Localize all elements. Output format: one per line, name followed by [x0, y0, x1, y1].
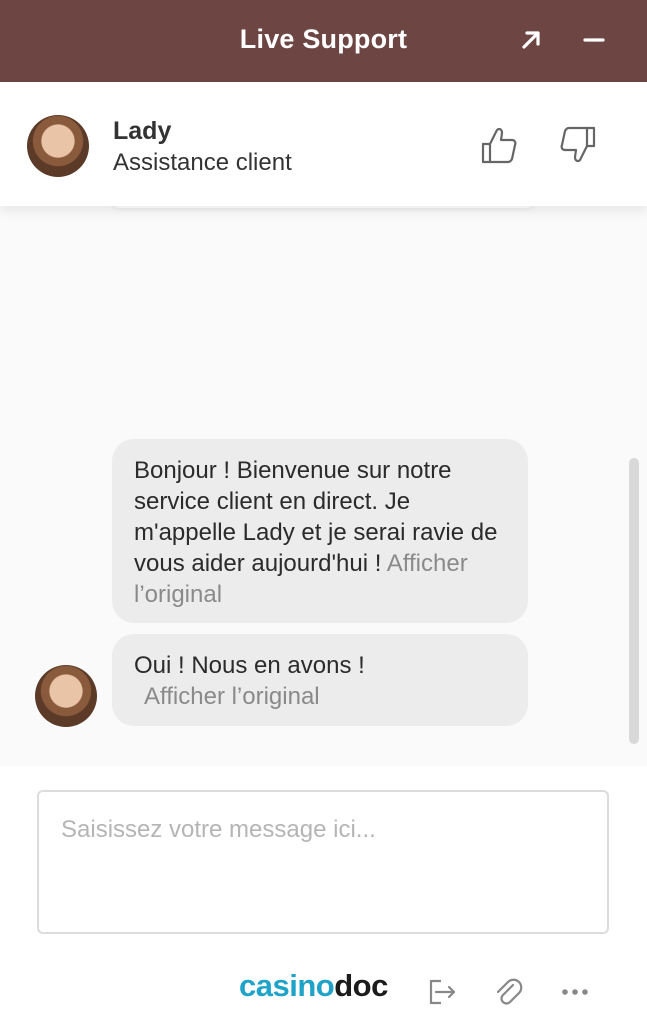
agent-avatar — [27, 115, 89, 177]
message-input[interactable] — [39, 792, 607, 932]
thumbs-up-icon — [481, 127, 517, 164]
arrow-up-right-icon — [522, 31, 540, 49]
casinodoc-logo: casinodoc — [239, 968, 388, 1003]
end-chat-button[interactable] — [426, 976, 458, 1008]
thumbs-down-icon — [560, 126, 596, 163]
minimize-icon — [583, 38, 605, 42]
chat-transcript: Bonjour ! Bienvenue sur notre service cl… — [0, 206, 647, 766]
minimize-button[interactable] — [576, 22, 612, 58]
agent-role: Assistance client — [113, 149, 292, 176]
previous-message — [110, 206, 536, 208]
paperclip-icon — [496, 978, 523, 1005]
expand-button[interactable] — [513, 22, 549, 58]
agent-avatar — [35, 665, 97, 727]
thumbs-up-button[interactable] — [479, 124, 519, 166]
window-title: Live Support — [239, 24, 408, 54]
agent-name: Lady — [113, 117, 172, 145]
footer-toolbar: casinodoc — [0, 950, 647, 1024]
agent-message: Bonjour ! Bienvenue sur notre service cl… — [112, 439, 528, 623]
agent-header: Lady Assistance client — [0, 82, 647, 206]
message-text: Oui ! Nous en avons ! — [134, 652, 365, 679]
more-dots-icon — [562, 989, 588, 995]
show-original-link[interactable]: Afficher l’original — [144, 683, 320, 710]
exit-chat-icon — [429, 979, 456, 1005]
message-composer — [37, 790, 609, 934]
thumbs-down-button[interactable] — [558, 124, 598, 166]
title-bar: Live Support — [0, 0, 647, 82]
agent-message: Oui ! Nous en avons ! Afficher l’origina… — [112, 634, 528, 726]
attach-file-button[interactable] — [492, 976, 524, 1008]
more-options-button[interactable] — [559, 976, 591, 1008]
chat-scrollbar[interactable] — [629, 458, 639, 744]
